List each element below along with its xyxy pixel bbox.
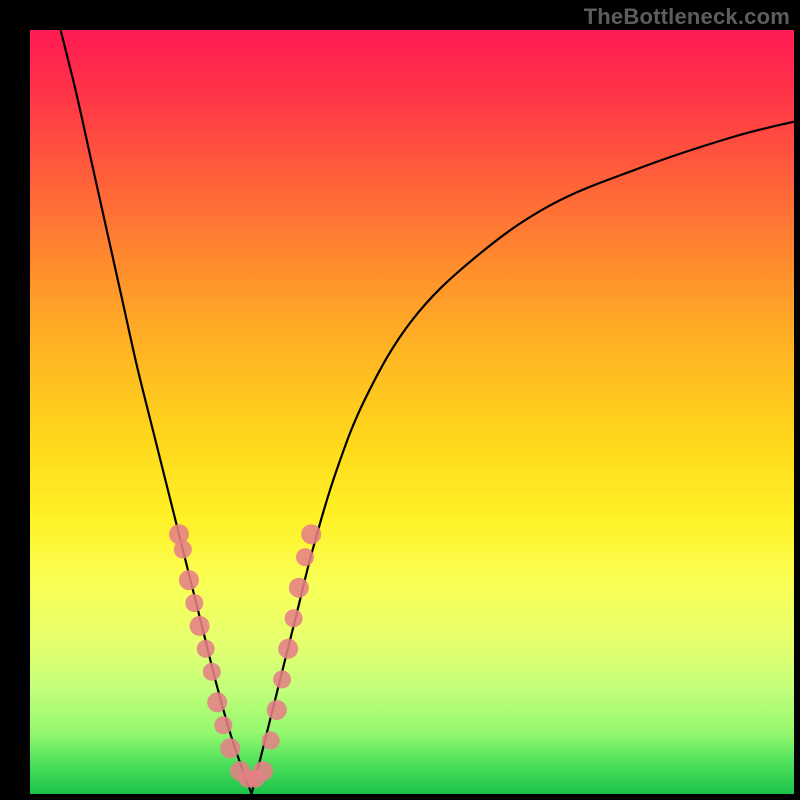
marker-dot (267, 700, 287, 720)
watermark-label: TheBottleneck.com (584, 4, 790, 30)
marker-dot (289, 578, 309, 598)
marker-dot (203, 663, 221, 681)
marker-dot (273, 670, 291, 688)
curve-right-branch (252, 122, 794, 794)
chart-stage: TheBottleneck.com (0, 0, 800, 800)
curve-svg (30, 30, 794, 794)
marker-dot (214, 716, 232, 734)
marker-dot (301, 524, 321, 544)
marker-dot (253, 761, 273, 781)
marker-dot (296, 548, 314, 566)
marker-dots-group (169, 524, 321, 788)
marker-dot (197, 640, 215, 658)
marker-dot (207, 692, 227, 712)
marker-dot (190, 616, 210, 636)
curve-left-branch (61, 30, 252, 794)
marker-dot (262, 732, 280, 750)
marker-dot (220, 738, 240, 758)
marker-dot (179, 570, 199, 590)
marker-dot (278, 639, 298, 659)
marker-dot (185, 594, 203, 612)
marker-dot (174, 541, 192, 559)
marker-dot (285, 609, 303, 627)
plot-area (30, 30, 794, 794)
